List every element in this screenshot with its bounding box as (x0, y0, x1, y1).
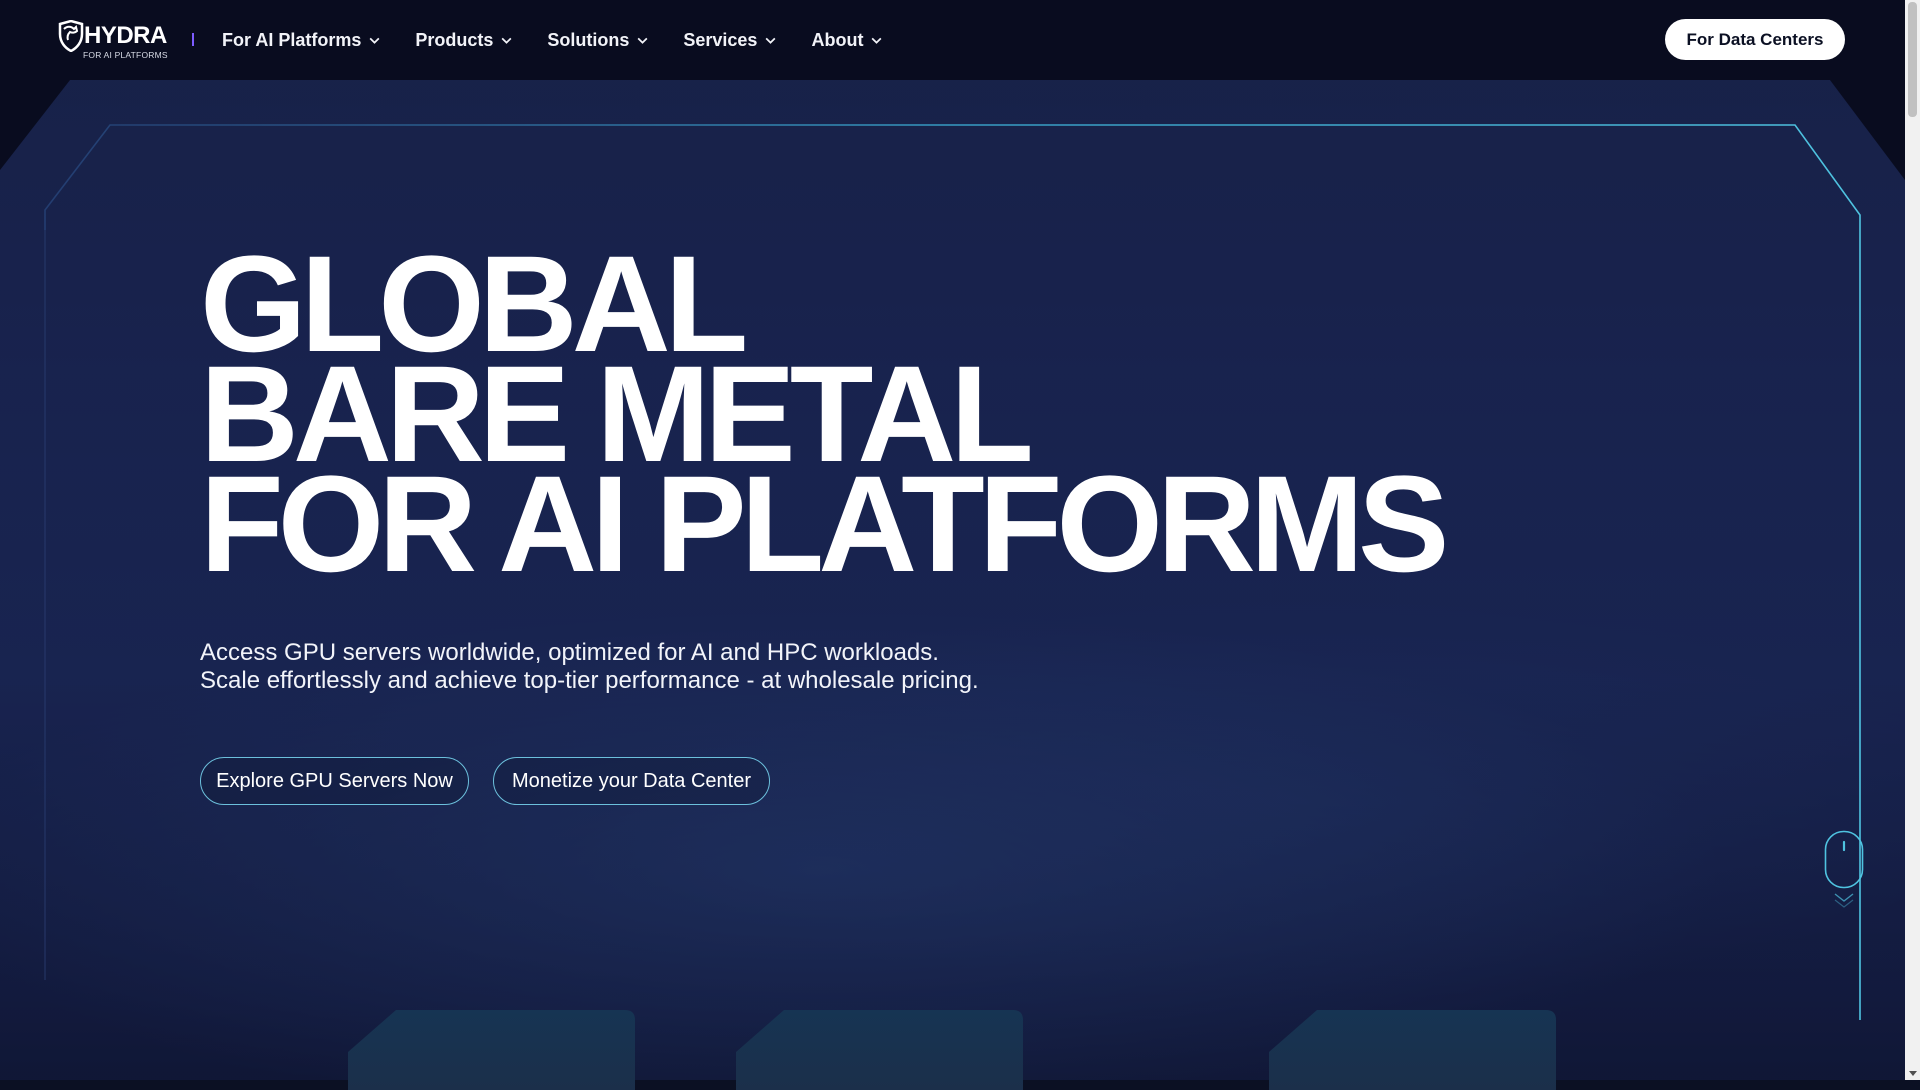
nav-separator (192, 33, 194, 46)
brand-name: HYDRA (84, 22, 167, 49)
subtext-line-1: Access GPU servers worldwide, optimized … (200, 639, 939, 666)
nav-item-products[interactable]: Products (415, 30, 513, 51)
feature-card[interactable] (1269, 1010, 1556, 1090)
page-scrollbar[interactable] (1905, 0, 1920, 1080)
chevron-down-icon (501, 37, 512, 44)
hydra-logo[interactable]: HYDRA FOR AI PLATFORMS (58, 20, 170, 60)
feature-card[interactable] (348, 1010, 635, 1090)
scrollbar-thumb[interactable] (1908, 2, 1917, 117)
chevron-down-icon (766, 37, 776, 44)
nav-item-for-ai-platforms[interactable]: For AI Platforms (222, 30, 381, 51)
nav-item-label: Services (683, 29, 758, 50)
nav-item-solutions[interactable]: Solutions (547, 30, 649, 51)
headline-line-3: FOR AI PLATFORMS (200, 448, 1449, 601)
hero-subtext: Access GPU servers worldwide, optimized … (200, 639, 979, 695)
chevron-down-icon (637, 37, 648, 44)
hydra-shield-icon (58, 20, 84, 52)
chevron-down-icon (369, 37, 380, 44)
feature-card[interactable] (736, 1010, 1023, 1090)
scroll-down-arrow-icon[interactable] (1909, 1071, 1917, 1076)
explore-gpu-servers-button[interactable]: Explore GPU Servers Now (200, 757, 469, 805)
nav-item-label: For AI Platforms (222, 29, 362, 50)
nav-item-services[interactable]: Services (683, 30, 777, 51)
monetize-data-center-button[interactable]: Monetize your Data Center (493, 757, 770, 805)
hero-content: GLOBAL BARE METAL FOR AI PLATFORMS (200, 236, 1500, 601)
main-nav: For AI Platforms Products Solutions Serv… (222, 0, 917, 80)
chevron-down-icon (871, 37, 882, 44)
hero-headline: GLOBAL BARE METAL FOR AI PLATFORMS (200, 236, 1500, 601)
nav-item-label: Solutions (547, 29, 630, 50)
subtext-line-2: Scale effortlessly and achieve top-tier … (200, 667, 979, 694)
nav-item-label: Products (415, 29, 494, 50)
brand-tagline: FOR AI PLATFORMS (83, 50, 168, 60)
mouse-scroll-icon[interactable] (1824, 830, 1864, 912)
for-data-centers-button[interactable]: For Data Centers (1665, 19, 1845, 60)
top-navbar: HYDRA FOR AI PLATFORMS For AI Platforms … (0, 0, 1905, 80)
nav-item-about[interactable]: About (811, 30, 883, 51)
nav-item-label: About (811, 29, 864, 50)
